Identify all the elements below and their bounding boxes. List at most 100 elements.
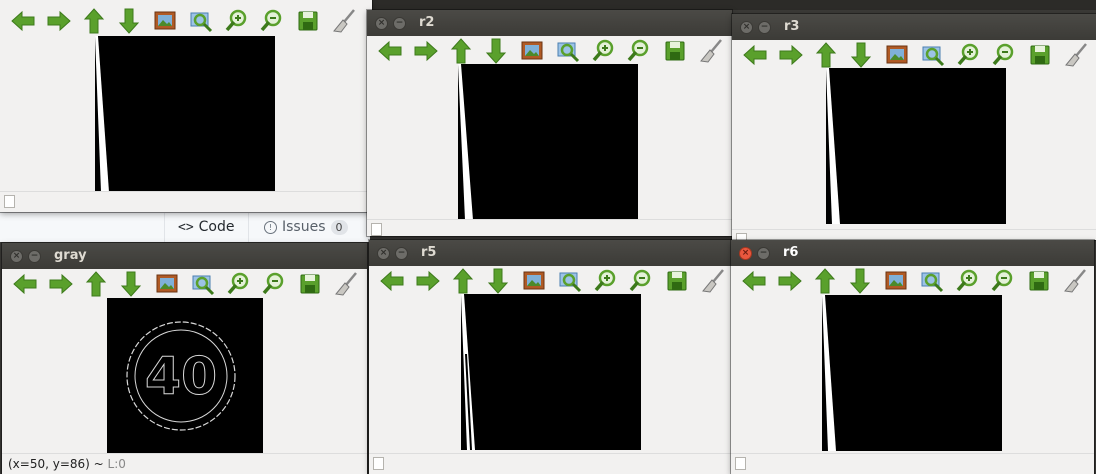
image-button[interactable] [519,266,549,296]
zoom-in-icon [591,266,621,296]
zoom-in-button[interactable] [224,269,254,299]
arrow-down-button[interactable] [846,40,876,70]
zoom-out-button[interactable] [624,36,654,66]
zoom-fit-button[interactable] [553,36,583,66]
image-button[interactable] [152,269,182,299]
image-canvas [826,68,1006,224]
arrow-right-button[interactable] [411,36,441,66]
image-button[interactable] [517,36,547,66]
zoom-out-button[interactable] [626,266,656,296]
arrow-right-button[interactable] [413,266,443,296]
arrow-up-button[interactable] [446,36,476,66]
zoom-fit-button[interactable] [555,266,585,296]
brush-button[interactable] [698,266,728,296]
zoom-in-button[interactable] [222,6,252,36]
pixel-info-text: (x=50, y=86) ~ L:0 [8,457,126,471]
zoom-fit-button[interactable] [186,6,216,36]
image-button[interactable] [150,6,180,36]
zoom-in-button[interactable] [591,266,621,296]
arrow-right-button[interactable] [44,6,74,36]
save-button[interactable] [1025,40,1055,70]
arrow-down-button[interactable] [116,269,146,299]
arrow-down-button[interactable] [483,266,513,296]
zoom-in-button[interactable] [589,36,619,66]
close-button[interactable]: × [375,17,388,30]
arrow-right-button[interactable] [775,266,805,296]
tab-code-label: Code [198,219,235,235]
arrow-left-button[interactable] [740,40,770,70]
arrow-right-button[interactable] [46,269,76,299]
tab-issues[interactable]: ! Issues 0 [264,219,348,235]
zoom-fit-button[interactable] [188,269,218,299]
brush-icon [1061,40,1091,70]
arrow-up-button[interactable] [81,269,111,299]
brush-button[interactable] [1060,266,1090,296]
close-button[interactable]: × [740,21,753,34]
arrow-left-icon [739,266,769,296]
zoom-fit-icon [553,36,583,66]
save-button[interactable] [662,266,692,296]
image-content [826,68,840,224]
zoom-fit-button[interactable] [917,266,947,296]
zoom-out-button[interactable] [989,40,1019,70]
save-button[interactable] [660,36,690,66]
close-button[interactable]: × [10,250,23,263]
image-button[interactable] [882,40,912,70]
brush-icon [698,266,728,296]
image-canvas [458,64,638,220]
arrow-right-button[interactable] [776,40,806,70]
save-icon [293,6,323,36]
zoom-fit-button[interactable] [918,40,948,70]
status-checkbox[interactable] [373,457,384,470]
minimize-button[interactable]: − [758,21,771,34]
save-button[interactable] [1024,266,1054,296]
minimize-button[interactable]: − [395,247,408,260]
image-window-top-left [0,0,372,212]
zoom-in-icon [954,40,984,70]
arrow-right-icon [44,6,74,36]
image-icon [152,269,182,299]
status-checkbox[interactable] [4,195,15,208]
brush-button[interactable] [331,269,361,299]
arrow-up-button[interactable] [79,6,109,36]
brush-button[interactable] [329,6,359,36]
brush-button[interactable] [1061,40,1091,70]
arrow-up-button[interactable] [811,40,841,70]
minimize-button[interactable]: − [393,17,406,30]
zoom-out-button[interactable] [988,266,1018,296]
arrow-down-button[interactable] [481,36,511,66]
close-button[interactable]: × [739,247,752,260]
brush-icon [331,269,361,299]
zoom-in-button[interactable] [953,266,983,296]
zoom-in-icon [224,269,254,299]
arrow-left-button[interactable] [375,36,405,66]
image-content [822,295,836,451]
pixel-coords: (x=50, y=86) ~ [8,457,108,471]
zoom-in-button[interactable] [954,40,984,70]
arrow-down-button[interactable] [114,6,144,36]
image-icon [517,36,547,66]
arrow-left-button[interactable] [8,6,38,36]
zoom-fit-icon [555,266,585,296]
arrow-up-button[interactable] [810,266,840,296]
arrow-down-button[interactable] [845,266,875,296]
image-button[interactable] [881,266,911,296]
status-checkbox[interactable] [736,233,747,240]
arrow-left-button[interactable] [377,266,407,296]
minimize-button[interactable]: − [28,250,41,263]
arrow-left-button[interactable] [10,269,40,299]
image-window-gray: × − gray 40 (x=50, y=86) ~ L:0 [2,243,367,474]
zoom-out-button[interactable] [259,269,289,299]
tab-code[interactable]: <> Code [164,212,248,242]
arrow-left-button[interactable] [739,266,769,296]
save-button[interactable] [295,269,325,299]
brush-button[interactable] [696,36,726,66]
minimize-button[interactable]: − [757,247,770,260]
status-checkbox[interactable] [735,457,746,470]
zoom-fit-icon [917,266,947,296]
save-button[interactable] [293,6,323,36]
status-checkbox[interactable] [371,223,382,236]
zoom-out-button[interactable] [257,6,287,36]
arrow-up-button[interactable] [448,266,478,296]
close-button[interactable]: × [377,247,390,260]
